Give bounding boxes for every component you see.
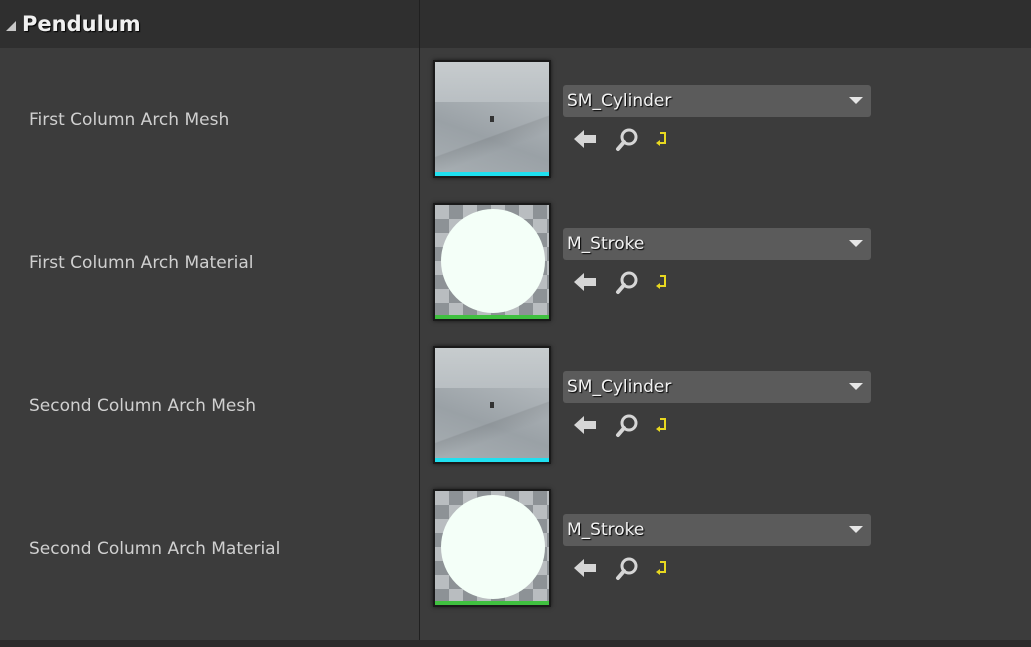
magnifier-icon[interactable] bbox=[615, 126, 641, 152]
asset-thumbnail[interactable] bbox=[433, 203, 551, 321]
arrow-left-icon[interactable] bbox=[572, 412, 598, 438]
asset-type-bar bbox=[435, 315, 549, 319]
asset-thumbnail[interactable] bbox=[433, 60, 551, 178]
thumbnail-floor bbox=[435, 388, 549, 462]
asset-dropdown[interactable]: SM_Cylinder bbox=[563, 85, 871, 117]
arrow-left-icon[interactable] bbox=[572, 269, 598, 295]
asset-dropdown[interactable]: M_Stroke bbox=[563, 228, 871, 260]
thumbnail-floor bbox=[435, 102, 549, 176]
reset-arrow-icon[interactable] bbox=[652, 555, 678, 581]
magnifier-icon[interactable] bbox=[615, 412, 641, 438]
asset-type-bar bbox=[435, 601, 549, 605]
property-label: Second Column Arch Material bbox=[29, 538, 281, 559]
property-label: First Column Arch Mesh bbox=[29, 109, 230, 130]
asset-dropdown-value: SM_Cylinder bbox=[567, 377, 672, 397]
arrow-left-icon[interactable] bbox=[572, 555, 598, 581]
reset-arrow-icon[interactable] bbox=[652, 412, 678, 438]
chevron-down-icon bbox=[849, 240, 863, 247]
property-label: First Column Arch Material bbox=[29, 252, 254, 273]
asset-thumbnail[interactable] bbox=[433, 346, 551, 464]
reset-arrow-icon[interactable] bbox=[652, 269, 678, 295]
chevron-down-icon bbox=[849, 383, 863, 390]
arrow-left-icon[interactable] bbox=[572, 126, 598, 152]
material-sphere bbox=[441, 495, 545, 599]
panel-bottom-border bbox=[0, 640, 1031, 647]
material-sphere bbox=[441, 209, 545, 313]
chevron-down-icon bbox=[849, 526, 863, 533]
asset-type-bar bbox=[435, 172, 549, 176]
property-label: Second Column Arch Mesh bbox=[29, 395, 257, 416]
section-header-left[interactable]: Pendulum bbox=[0, 0, 419, 48]
asset-dropdown[interactable]: SM_Cylinder bbox=[563, 371, 871, 403]
triangle-expanded-icon[interactable] bbox=[6, 21, 16, 31]
magnifier-icon[interactable] bbox=[615, 269, 641, 295]
asset-dropdown-value: M_Stroke bbox=[567, 234, 645, 254]
thumbnail-object bbox=[490, 116, 494, 122]
asset-dropdown-value: M_Stroke bbox=[567, 520, 645, 540]
asset-dropdown[interactable]: M_Stroke bbox=[563, 514, 871, 546]
thumbnail-object bbox=[490, 402, 494, 408]
section-title: Pendulum bbox=[22, 12, 141, 36]
chevron-down-icon bbox=[849, 97, 863, 104]
section-header[interactable]: Pendulum bbox=[0, 0, 1031, 48]
magnifier-icon[interactable] bbox=[615, 555, 641, 581]
reset-arrow-icon[interactable] bbox=[652, 126, 678, 152]
asset-thumbnail[interactable] bbox=[433, 489, 551, 607]
asset-type-bar bbox=[435, 458, 549, 462]
asset-dropdown-value: SM_Cylinder bbox=[567, 91, 672, 111]
